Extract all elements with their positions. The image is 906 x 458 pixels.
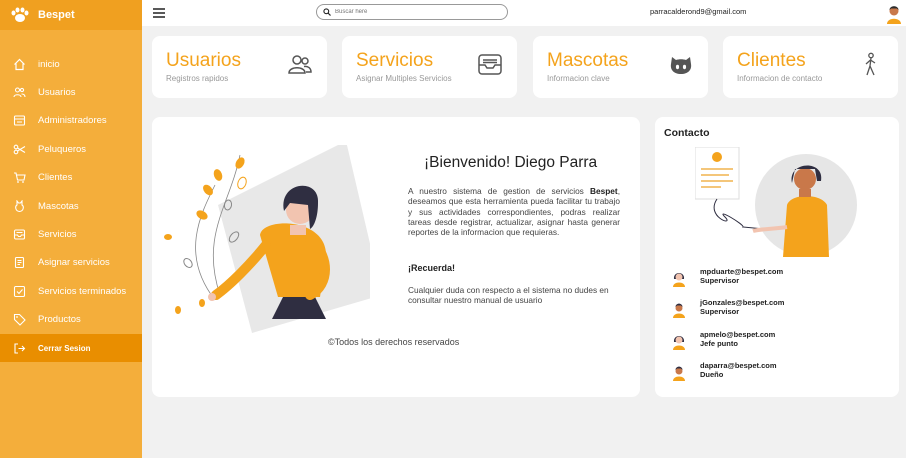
sidebar-nav: inicio Usuarios Administradores Peluquer… xyxy=(0,50,142,363)
search-bar[interactable] xyxy=(316,4,508,20)
sidebar-item-label: Clientes xyxy=(38,172,73,184)
brand-name: Bespet xyxy=(38,9,75,21)
user-avatar[interactable] xyxy=(885,2,903,24)
welcome-panel: ¡Bienvenido! Diego Parra A nuestro siste… xyxy=(152,117,640,397)
reminder-heading: ¡Recuerda! xyxy=(408,263,456,273)
card-title: Usuarios xyxy=(166,50,241,71)
contact-role: Jefe punto xyxy=(700,339,738,348)
contact-panel: Contacto mpduarte@bespet.com Supervisor … xyxy=(655,117,899,397)
brand-mention: Bespet xyxy=(590,186,618,196)
check-square-icon xyxy=(12,284,26,298)
menu-toggle-button[interactable] xyxy=(152,6,166,20)
cart-icon xyxy=(12,171,26,185)
hamburger-icon xyxy=(153,8,165,18)
sidebar-item-servicios[interactable]: Servicios xyxy=(0,220,142,248)
male-avatar-icon xyxy=(673,366,685,381)
card-clientes[interactable]: Clientes Informacion de contacto xyxy=(723,36,898,98)
sidebar-item-label: Productos xyxy=(38,314,81,326)
sidebar-item-label: Peluqueros xyxy=(38,143,87,155)
welcome-heading: ¡Bienvenido! Diego Parra xyxy=(424,154,598,171)
sidebar-item-asignar-servicios[interactable]: Asignar servicios xyxy=(0,249,142,277)
contact-email: jGonzales@bespet.com xyxy=(700,298,785,307)
contact-illustration xyxy=(695,147,857,257)
home-icon xyxy=(12,57,26,71)
sidebar-item-label: Mascotas xyxy=(38,200,79,212)
contact-item[interactable]: daparra@bespet.com Dueño xyxy=(671,360,891,384)
card-mascotas[interactable]: Mascotas Informacion clave xyxy=(533,36,708,98)
contact-email: apmelo@bespet.com xyxy=(700,330,776,339)
sidebar-item-label: Asignar servicios xyxy=(38,257,110,269)
brand[interactable]: Bespet xyxy=(0,0,142,30)
card-subtitle: Informacion de contacto xyxy=(737,74,823,83)
sidebar-item-label: Servicios terminados xyxy=(38,285,127,297)
users-icon xyxy=(288,55,312,74)
contact-email: mpduarte@bespet.com xyxy=(700,267,784,276)
sidebar-item-cerrar-sesion[interactable]: Cerrar Sesion xyxy=(0,333,142,363)
card-subtitle: Informacion clave xyxy=(547,74,610,83)
sidebar-item-servicios-terminados[interactable]: Servicios terminados xyxy=(0,277,142,305)
inbox-icon xyxy=(478,54,502,75)
card-title: Servicios xyxy=(356,50,434,71)
card-subtitle: Asignar Multiples Servicios xyxy=(356,74,452,83)
contact-role: Supervisor xyxy=(700,276,740,285)
male-avatar-icon xyxy=(673,303,685,318)
sidebar-item-label: Servicios xyxy=(38,229,77,241)
paw-icon xyxy=(11,7,29,22)
welcome-text-start: A nuestro sistema de gestion de servicio… xyxy=(408,186,591,196)
contact-item[interactable]: apmelo@bespet.com Jefe punto xyxy=(671,329,891,353)
inbox-icon xyxy=(12,228,26,242)
welcome-illustration xyxy=(164,145,370,333)
search-icon xyxy=(323,8,331,16)
footer-copyright: ©Todos los derechos reservados xyxy=(328,337,460,347)
contact-role: Supervisor xyxy=(700,307,740,316)
tag-icon xyxy=(12,313,26,327)
admin-icon xyxy=(12,114,26,128)
female-avatar-icon xyxy=(673,336,685,350)
card-usuarios[interactable]: Usuarios Registros rapidos xyxy=(152,36,327,98)
users-icon xyxy=(12,86,26,100)
pet-icon xyxy=(12,199,26,213)
contact-email: daparra@bespet.com xyxy=(700,361,777,370)
sidebar-item-label: Cerrar Sesion xyxy=(38,343,91,353)
sidebar-item-inicio[interactable]: inicio xyxy=(0,50,142,78)
card-subtitle: Registros rapidos xyxy=(166,74,229,83)
sidebar-item-administradores[interactable]: Administradores xyxy=(0,107,142,135)
sidebar-item-clientes[interactable]: Clientes xyxy=(0,164,142,192)
contact-title: Contacto xyxy=(664,127,710,139)
logout-icon xyxy=(12,341,26,355)
welcome-paragraph: A nuestro sistema de gestion de servicio… xyxy=(408,186,620,237)
reminder-paragraph: Cualquier duda con respecto a el sistema… xyxy=(408,285,609,306)
scissors-icon xyxy=(12,142,26,156)
card-servicios[interactable]: Servicios Asignar Multiples Servicios xyxy=(342,36,517,98)
sidebar-item-productos[interactable]: Productos xyxy=(0,306,142,334)
female-avatar-icon xyxy=(673,273,685,287)
topbar: parracalderond9@gmail.com xyxy=(142,0,906,26)
sidebar: Bespet inicio Usuarios Administradores P… xyxy=(0,0,142,458)
contact-role: Dueño xyxy=(700,370,724,379)
search-input[interactable] xyxy=(335,9,495,15)
github-cat-icon xyxy=(670,57,692,74)
sidebar-item-usuarios[interactable]: Usuarios xyxy=(0,78,142,106)
user-email: parracalderond9@gmail.com xyxy=(650,7,747,16)
card-title: Mascotas xyxy=(547,50,629,71)
person-walking-icon xyxy=(865,52,876,76)
contact-item[interactable]: mpduarte@bespet.com Supervisor xyxy=(671,266,891,290)
sidebar-item-peluqueros[interactable]: Peluqueros xyxy=(0,135,142,163)
sidebar-item-mascotas[interactable]: Mascotas xyxy=(0,192,142,220)
sidebar-item-label: Usuarios xyxy=(38,87,76,99)
contact-item[interactable]: jGonzales@bespet.com Supervisor xyxy=(671,297,891,321)
sidebar-item-label: Administradores xyxy=(38,115,107,127)
sidebar-item-label: inicio xyxy=(38,58,60,70)
clipboard-icon xyxy=(12,256,26,270)
card-title: Clientes xyxy=(737,50,806,71)
